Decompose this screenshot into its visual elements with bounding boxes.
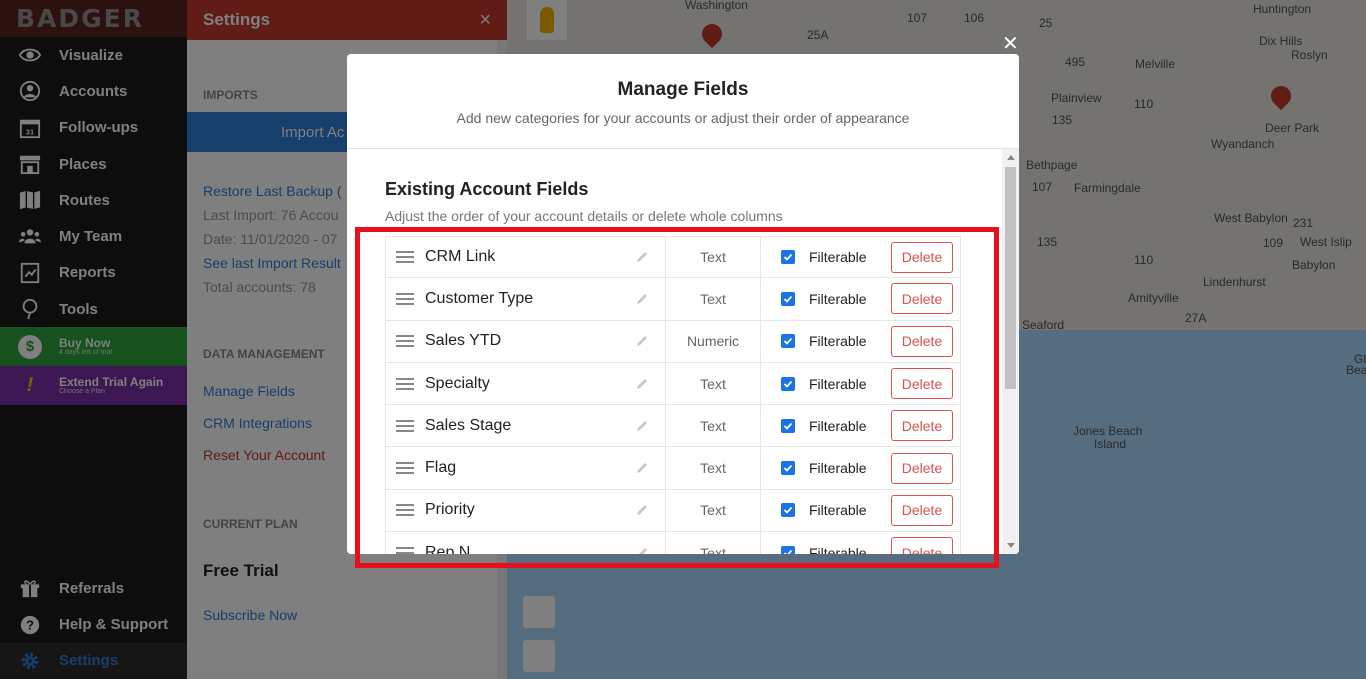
filterable-cell: Filterable <box>761 321 891 362</box>
filterable-checkbox[interactable] <box>781 418 795 433</box>
modal-close-icon[interactable]: ✕ <box>1002 34 1019 54</box>
field-type: Text <box>666 447 761 489</box>
field-type: Text <box>666 489 761 532</box>
drag-handle-icon[interactable] <box>396 377 414 390</box>
field-name: Customer Type <box>425 289 534 307</box>
drag-handle-icon[interactable] <box>396 335 414 348</box>
pencil-icon[interactable] <box>635 503 649 517</box>
filterable-label: Filterable <box>809 290 867 307</box>
filterable-label: Filterable <box>809 249 867 266</box>
filterable-checkbox[interactable] <box>781 461 795 476</box>
drag-handle-icon[interactable] <box>396 546 414 554</box>
field-row[interactable]: Customer Type Text Filterable Delete <box>385 278 961 321</box>
scroll-down-icon[interactable] <box>1007 543 1015 548</box>
pencil-icon[interactable] <box>635 250 649 264</box>
scrollbar-thumb[interactable] <box>1005 167 1016 389</box>
delete-field-button[interactable]: Delete <box>891 283 953 315</box>
pencil-icon[interactable] <box>635 377 649 391</box>
filterable-label: Filterable <box>809 417 867 434</box>
field-name-cell: Sales YTD <box>386 320 666 362</box>
field-type: Text <box>666 278 761 320</box>
filterable-label: Filterable <box>809 460 867 477</box>
field-type: Text <box>666 532 761 554</box>
filterable-checkbox[interactable] <box>781 376 795 391</box>
filterable-checkbox[interactable] <box>781 334 795 349</box>
field-name-cell: Specialty <box>386 362 666 405</box>
field-name: Flag <box>425 459 457 477</box>
delete-field-button[interactable]: Delete <box>891 241 953 273</box>
pencil-icon[interactable] <box>635 419 649 433</box>
field-name-cell: CRM Link <box>386 237 666 278</box>
filterable-cell: Filterable <box>761 278 891 319</box>
field-row[interactable]: CRM Link Text Filterable Delete <box>385 236 961 279</box>
field-type: Text <box>666 405 761 447</box>
delete-field-button[interactable]: Delete <box>891 325 953 357</box>
field-name: Sales YTD <box>425 332 502 350</box>
filterable-cell: Filterable <box>761 405 891 446</box>
modal-title: Manage Fields <box>617 79 749 100</box>
field-type: Numeric <box>666 320 761 362</box>
filterable-label: Filterable <box>809 333 867 350</box>
delete-field-button[interactable]: Delete <box>891 452 953 484</box>
field-name: Specialty <box>425 374 490 392</box>
filterable-cell: Filterable <box>761 363 891 404</box>
modal-body: Existing Account Fields Adjust the order… <box>347 149 1019 554</box>
existing-fields-title: Existing Account Fields <box>385 179 589 199</box>
field-row[interactable]: Specialty Text Filterable Delete <box>385 362 961 406</box>
pencil-icon[interactable] <box>635 292 649 306</box>
manage-fields-modal: Manage Fields Add new categories for you… <box>347 54 1019 554</box>
filterable-cell: Filterable <box>761 237 891 277</box>
delete-field-button[interactable]: Delete <box>891 410 953 442</box>
field-row[interactable]: Flag Text Filterable Delete <box>385 447 961 490</box>
field-list: CRM Link Text Filterable Delete Customer Typ… <box>385 236 961 554</box>
filterable-label: Filterable <box>809 544 867 554</box>
field-name-cell: Sales Stage <box>386 405 666 447</box>
field-name-cell: Priority <box>386 489 666 532</box>
filterable-cell: Filterable <box>761 490 891 531</box>
drag-handle-icon[interactable] <box>396 504 414 517</box>
field-row[interactable]: Sales Stage Text Filterable Delete <box>385 405 961 448</box>
modal-scrollbar[interactable] <box>1002 149 1019 554</box>
modal-header: Manage Fields Add new categories for you… <box>347 54 1019 149</box>
filterable-label: Filterable <box>809 375 867 392</box>
pencil-icon[interactable] <box>635 546 649 554</box>
filterable-label: Filterable <box>809 502 867 519</box>
scroll-up-icon[interactable] <box>1007 155 1015 160</box>
drag-handle-icon[interactable] <box>396 251 414 264</box>
drag-handle-icon[interactable] <box>396 462 414 475</box>
filterable-checkbox[interactable] <box>781 291 795 306</box>
field-row[interactable]: Rep N Text Filterable Delete <box>385 532 961 554</box>
filterable-checkbox[interactable] <box>781 503 795 518</box>
field-name: Priority <box>425 501 475 519</box>
field-name-cell: Customer Type <box>386 278 666 320</box>
field-type: Text <box>666 237 761 278</box>
filterable-cell: Filterable <box>761 532 891 554</box>
delete-field-button[interactable]: Delete <box>891 494 953 526</box>
field-name-cell: Rep N <box>386 532 666 554</box>
filterable-checkbox[interactable] <box>781 250 795 265</box>
pencil-icon[interactable] <box>635 334 649 348</box>
drag-handle-icon[interactable] <box>396 419 414 432</box>
delete-field-button[interactable]: Delete <box>891 537 953 554</box>
drag-handle-icon[interactable] <box>396 292 414 305</box>
pencil-icon[interactable] <box>635 461 649 475</box>
filterable-cell: Filterable <box>761 447 891 488</box>
field-row[interactable]: Sales YTD Numeric Filterable Delete <box>385 320 961 363</box>
field-name-cell: Flag <box>386 447 666 489</box>
field-name: Sales Stage <box>425 416 512 434</box>
field-row[interactable]: Priority Text Filterable Delete <box>385 489 961 533</box>
delete-field-button[interactable]: Delete <box>891 368 953 400</box>
filterable-checkbox[interactable] <box>781 545 795 554</box>
modal-subtitle: Add new categories for your accounts or … <box>456 110 910 126</box>
existing-fields-subtitle: Adjust the order of your account details… <box>385 208 783 224</box>
field-name: CRM Link <box>425 248 496 266</box>
field-name: Rep N <box>425 543 471 554</box>
field-type: Text <box>666 362 761 405</box>
